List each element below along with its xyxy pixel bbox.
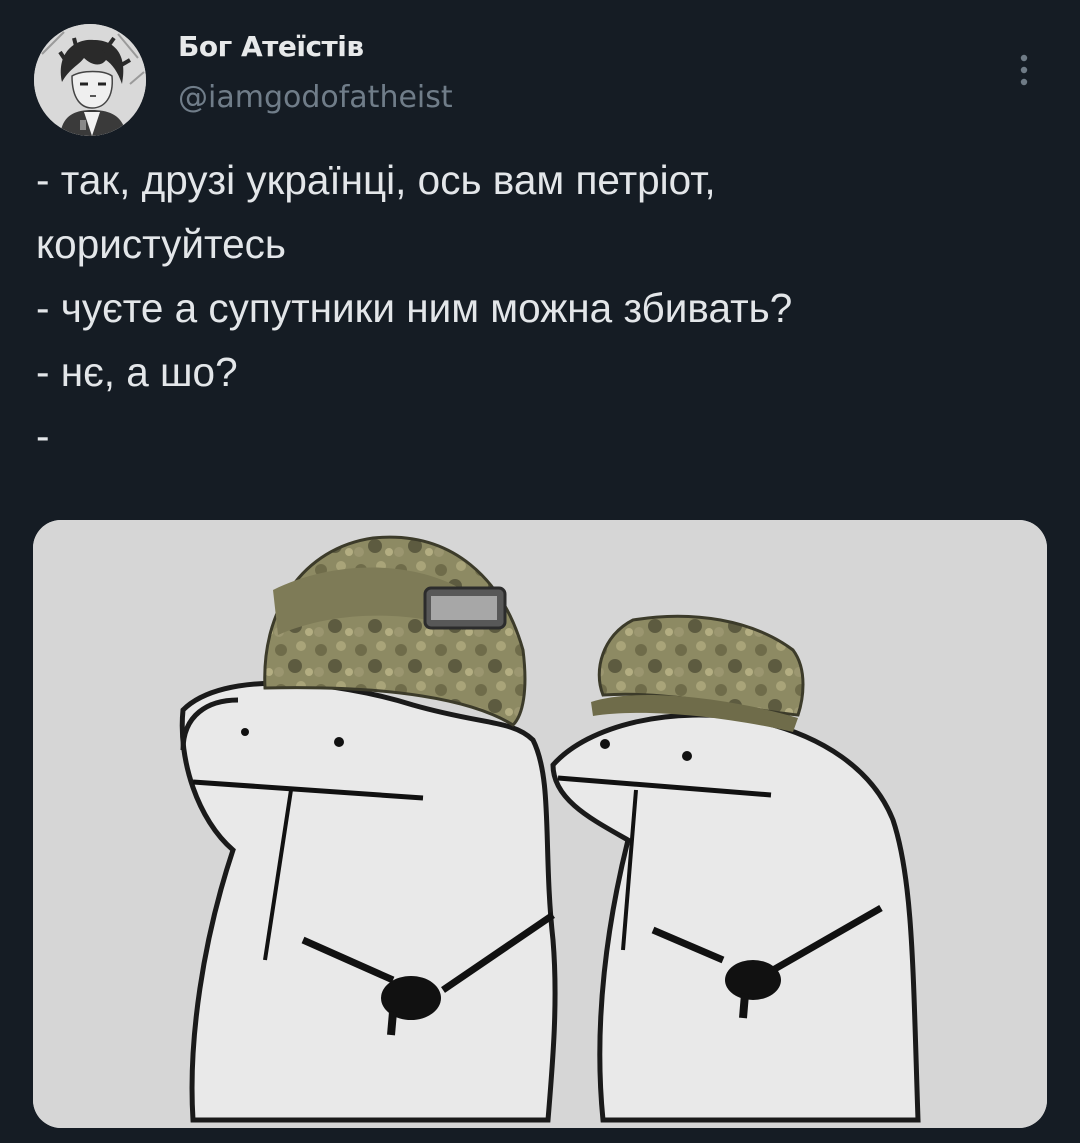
tweet-media[interactable] (33, 520, 1047, 1128)
author-avatar[interactable] (34, 24, 146, 136)
tweet-text-line: - нє, а шо? (36, 349, 238, 395)
tweet-text-line: - чуєте а супутники ним можна збивать? (36, 285, 793, 331)
more-options-button[interactable] (1000, 42, 1048, 98)
tweet-text-line: - так, друзі українці, ось вам петріот, (36, 157, 716, 203)
meme-image (33, 520, 1047, 1128)
more-vertical-icon (1020, 54, 1028, 86)
tweet-text-line: користуйтесь (36, 221, 286, 267)
tweet: Бог Атеїстів @iamgodofatheist - так, дру… (0, 0, 1080, 1143)
tweet-text: - так, друзі українці, ось вам петріот, … (36, 148, 1046, 468)
avatar-image (34, 24, 146, 136)
author-handle[interactable]: @iamgodofatheist (178, 80, 453, 115)
left-character (179, 680, 558, 1123)
author-name[interactable]: Бог Атеїстів (178, 30, 364, 63)
tweet-text-line: - (36, 413, 50, 459)
